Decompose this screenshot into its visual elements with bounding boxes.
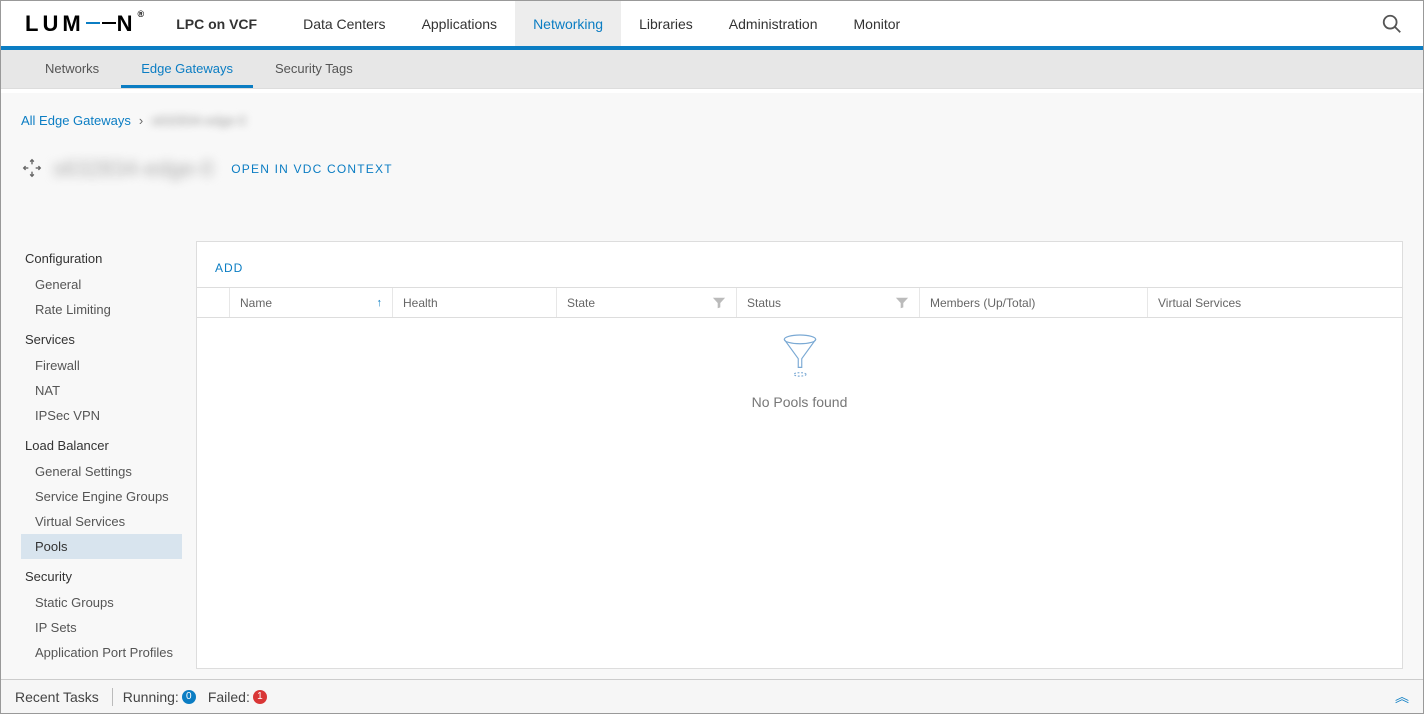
add-button[interactable]: ADD — [215, 261, 243, 275]
sidebar-item-pools[interactable]: Pools — [21, 534, 182, 559]
breadcrumb-current: s632834-edge-0 — [151, 113, 246, 128]
recent-tasks-label[interactable]: Recent Tasks — [15, 689, 99, 705]
column-vs-label: Virtual Services — [1158, 296, 1241, 310]
column-health[interactable]: Health — [393, 288, 557, 317]
sidebar-item-rate-limiting[interactable]: Rate Limiting — [21, 297, 182, 322]
footer-bar: Recent Tasks Running: 0 Failed: 1 ︽ — [1, 679, 1423, 713]
page-title: s632834-edge-0 — [53, 156, 213, 182]
sidebar-header-load-balancer: Load Balancer — [21, 432, 182, 459]
running-count-badge: 0 — [182, 690, 196, 704]
title-bar: s632834-edge-0 OPEN IN VDC CONTEXT — [21, 156, 1403, 182]
logo-registered: ® — [138, 9, 149, 19]
mainnav-item-libraries[interactable]: Libraries — [621, 1, 711, 46]
product-name: LPC on VCF — [176, 16, 257, 32]
mainnav-item-networking[interactable]: Networking — [515, 1, 621, 46]
column-status-label: Status — [747, 296, 781, 310]
empty-state: No Pools found — [197, 318, 1402, 668]
sidebar-item-ip-sets[interactable]: IP Sets — [21, 615, 182, 640]
mainnav-item-data-centers[interactable]: Data Centers — [285, 1, 403, 46]
expand-footer-icon[interactable]: ︽ — [1395, 687, 1409, 707]
breadcrumb-root[interactable]: All Edge Gateways — [21, 113, 131, 128]
sidebar-item-static-groups[interactable]: Static Groups — [21, 590, 182, 615]
column-status[interactable]: Status — [737, 288, 920, 317]
column-checkbox[interactable] — [197, 288, 230, 317]
column-virtual-services[interactable]: Virtual Services — [1148, 288, 1402, 317]
failed-label: Failed: — [208, 689, 250, 705]
funnel-icon — [779, 332, 821, 380]
toolbar: ADD — [197, 242, 1402, 287]
table-header: Name ↑ Health State Status Members (Up/T… — [197, 287, 1402, 318]
column-state-label: State — [567, 296, 595, 310]
sidebar-item-firewall[interactable]: Firewall — [21, 353, 182, 378]
separator — [112, 688, 113, 706]
mainnav-item-applications[interactable]: Applications — [404, 1, 516, 46]
logo-prefix: LUM — [25, 11, 85, 37]
logo-bar-black — [102, 22, 116, 24]
column-state[interactable]: State — [557, 288, 737, 317]
main-nav: Data CentersApplicationsNetworkingLibrar… — [285, 1, 918, 46]
expand-icon — [21, 157, 43, 182]
split-area: ConfigurationGeneralRate Limiting Service… — [21, 241, 1403, 669]
mainnav-item-administration[interactable]: Administration — [711, 1, 836, 46]
sidebar[interactable]: ConfigurationGeneralRate Limiting Service… — [21, 241, 182, 669]
sidebar-item-virtual-services[interactable]: Virtual Services — [21, 509, 182, 534]
page-body: All Edge Gateways › s632834-edge-0 s6328… — [1, 93, 1423, 679]
subtab-security-tags[interactable]: Security Tags — [255, 51, 373, 88]
mainnav-item-monitor[interactable]: Monitor — [836, 1, 919, 46]
logo-bar-blue — [86, 22, 100, 24]
content-panel: ADD Name ↑ Health State Status — [196, 241, 1403, 669]
column-members-label: Members (Up/Total) — [930, 296, 1035, 310]
logo-suffix: N — [117, 11, 137, 37]
failed-count-badge: 1 — [253, 690, 267, 704]
sidebar-header-configuration: Configuration — [21, 245, 182, 272]
sidebar-item-service-engine-groups[interactable]: Service Engine Groups — [21, 484, 182, 509]
empty-text: No Pools found — [752, 394, 848, 410]
breadcrumb: All Edge Gateways › s632834-edge-0 — [21, 113, 1403, 128]
sidebar-item-ipsec-vpn[interactable]: IPSec VPN — [21, 403, 182, 428]
open-in-vdc-link[interactable]: OPEN IN VDC CONTEXT — [231, 162, 392, 176]
sidebar-item-general-settings[interactable]: General Settings — [21, 459, 182, 484]
subtab-edge-gateways[interactable]: Edge Gateways — [121, 51, 253, 88]
sidebar-header-security: Security — [21, 563, 182, 590]
sidebar-item-general[interactable]: General — [21, 272, 182, 297]
filter-icon[interactable] — [895, 296, 909, 310]
chevron-right-icon: › — [139, 113, 143, 128]
top-bar: LUM N ® LPC on VCF Data CentersApplicati… — [1, 1, 1423, 50]
column-name-label: Name — [240, 296, 272, 310]
sidebar-item-nat[interactable]: NAT — [21, 378, 182, 403]
sidebar-item-application-port-profiles[interactable]: Application Port Profiles — [21, 640, 182, 665]
running-label: Running: — [123, 689, 179, 705]
sort-asc-icon: ↑ — [377, 297, 383, 309]
column-members[interactable]: Members (Up/Total) — [920, 288, 1148, 317]
sub-nav: NetworksEdge GatewaysSecurity Tags — [1, 50, 1423, 89]
search-icon[interactable] — [1381, 13, 1403, 35]
column-name[interactable]: Name ↑ — [230, 288, 393, 317]
column-health-label: Health — [403, 296, 438, 310]
filter-icon[interactable] — [712, 296, 726, 310]
logo: LUM N ® — [25, 11, 148, 37]
subtab-networks[interactable]: Networks — [25, 51, 119, 88]
sidebar-header-services: Services — [21, 326, 182, 353]
